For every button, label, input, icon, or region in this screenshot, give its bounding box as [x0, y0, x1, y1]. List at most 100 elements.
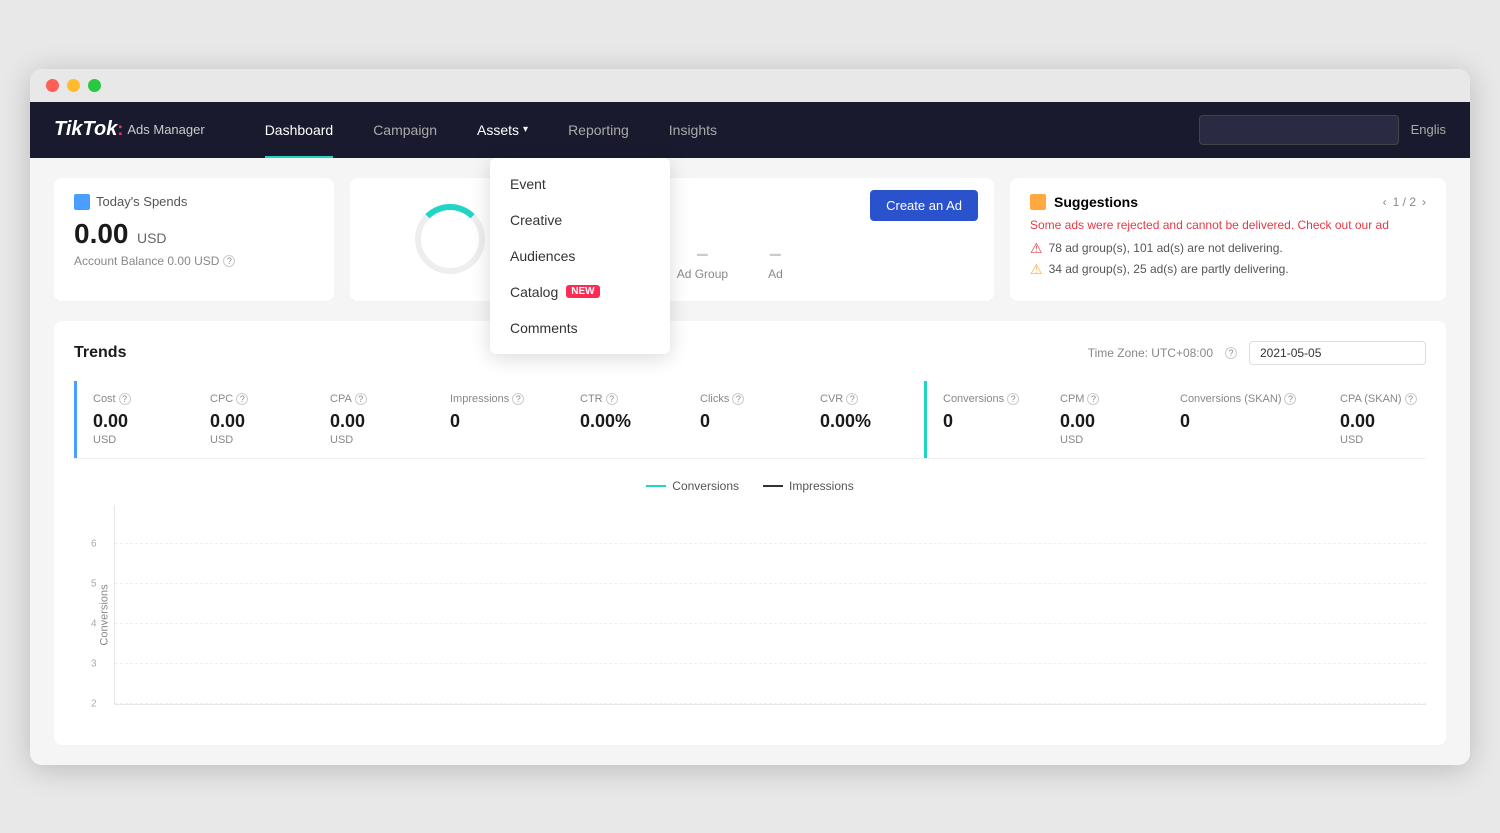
metric-cvr-value: 0.00%: [820, 411, 907, 432]
chart-legend: Conversions Impressions: [74, 479, 1426, 493]
grid-line-6: 6: [115, 543, 1426, 544]
minimize-btn[interactable]: [67, 79, 80, 92]
dropdown-catalog[interactable]: Catalog NEW: [490, 274, 670, 310]
logo-sub: Ads Manager: [127, 122, 204, 137]
cvr-info-icon[interactable]: ?: [846, 393, 858, 405]
nav-right: Englis: [1199, 115, 1446, 145]
create-ad-button[interactable]: Create an Ad: [870, 190, 978, 221]
grid-line-2: 2: [115, 703, 1426, 704]
nav-insights[interactable]: Insights: [649, 102, 737, 158]
ad-count: – Ad: [768, 241, 783, 281]
suggestions-nav: ‹ 1 / 2 ›: [1383, 195, 1426, 209]
metric-cpm-value: 0.00: [1060, 411, 1147, 432]
metric-cpc-label: CPC ?: [210, 393, 297, 405]
logo-tiktok: TikTok: [54, 118, 117, 141]
next-page-icon[interactable]: ›: [1422, 195, 1426, 209]
app-window: TikTok: Ads Manager Dashboard Campaign A…: [30, 69, 1470, 765]
suggestions-card: Suggestions ‹ 1 / 2 › Some ads were reje…: [1010, 178, 1446, 301]
clicks-info-icon[interactable]: ?: [732, 393, 744, 405]
suggestions-header: Suggestions ‹ 1 / 2 ›: [1030, 194, 1426, 210]
logo-colon: :: [117, 119, 123, 140]
metric-impressions-value: 0: [450, 411, 547, 432]
spend-amount: 0.00: [74, 218, 129, 249]
navbar: TikTok: Ads Manager Dashboard Campaign A…: [30, 102, 1470, 158]
metric-cpc-unit: USD: [210, 434, 297, 446]
impressions-info-icon[interactable]: ?: [512, 393, 524, 405]
date-input[interactable]: [1249, 341, 1426, 365]
nav-items: Dashboard Campaign Assets ▾ Reporting In…: [245, 102, 1199, 158]
cpm-info-icon[interactable]: ?: [1087, 393, 1099, 405]
language-selector[interactable]: Englis: [1411, 122, 1446, 137]
metric-clicks: Clicks ? 0: [684, 381, 804, 458]
metric-conversions: Conversions ? 0: [924, 381, 1044, 458]
conv-skan-info-icon[interactable]: ?: [1284, 393, 1296, 405]
balance-info-icon[interactable]: ?: [223, 255, 235, 267]
metric-ctr: CTR ? 0.00%: [564, 381, 684, 458]
spend-balance: Account Balance 0.00 USD ?: [74, 254, 314, 268]
metric-conv-skan-label: Conversions (SKAN) ?: [1180, 393, 1307, 405]
metric-cpc-value: 0.00: [210, 411, 297, 432]
nav-campaign[interactable]: Campaign: [353, 102, 457, 158]
payment-donut-chart: [415, 204, 485, 274]
conversions-info-icon[interactable]: ?: [1007, 393, 1019, 405]
metric-impressions-label: Impressions ?: [450, 393, 547, 405]
spend-amount-row: 0.00 USD: [74, 218, 314, 250]
suggestions-description: Some ads were rejected and cannot be del…: [1030, 218, 1426, 232]
chart-grid: 6 5 4 3 2: [114, 505, 1426, 705]
spend-icon: [74, 194, 90, 210]
cpa-info-icon[interactable]: ?: [355, 393, 367, 405]
chart-area: Conversions 6 5 4 3 2: [114, 505, 1426, 725]
metric-conversions-label: Conversions ?: [943, 393, 1027, 405]
orange-warning-icon: ⚠: [1030, 261, 1043, 278]
metric-conversions-value: 0: [943, 411, 1027, 432]
timezone-info-icon[interactable]: ?: [1225, 347, 1237, 359]
metric-cpa-skan-label: CPA (SKAN) ?: [1340, 393, 1426, 405]
y-axis-label: Conversions: [99, 584, 111, 645]
trends-section: Trends Time Zone: UTC+08:00 ? Cost ? 0.0…: [54, 321, 1446, 745]
spend-currency: USD: [137, 230, 167, 246]
metric-cpa-skan-unit: USD: [1340, 434, 1426, 446]
nav-dashboard[interactable]: Dashboard: [245, 102, 354, 158]
ctr-info-icon[interactable]: ?: [606, 393, 618, 405]
cost-info-icon[interactable]: ?: [119, 393, 131, 405]
grid-line-4: 4: [115, 623, 1426, 624]
trends-title: Trends: [74, 344, 126, 362]
legend-conversions: Conversions: [646, 479, 739, 493]
dropdown-event[interactable]: Event: [490, 166, 670, 202]
suggestions-page: 1 / 2: [1393, 195, 1416, 209]
metric-ctr-label: CTR ?: [580, 393, 667, 405]
ad-group-count: – Ad Group: [677, 241, 728, 281]
metric-clicks-value: 0: [700, 411, 787, 432]
conversions-legend-line: [646, 485, 666, 487]
maximize-btn[interactable]: [88, 79, 101, 92]
warning-item-1: ⚠ 78 ad group(s), 101 ad(s) are not deli…: [1030, 240, 1426, 257]
metric-cpa-skan-value: 0.00: [1340, 411, 1426, 432]
search-input[interactable]: [1199, 115, 1399, 145]
warning-item-2: ⚠ 34 ad group(s), 25 ad(s) are partly de…: [1030, 261, 1426, 278]
close-btn[interactable]: [46, 79, 59, 92]
metric-cvr: CVR ? 0.00%: [804, 381, 924, 458]
dropdown-comments[interactable]: Comments: [490, 310, 670, 346]
dropdown-audiences[interactable]: Audiences: [490, 238, 670, 274]
metric-conversions-skan: Conversions (SKAN) ? 0: [1164, 381, 1324, 458]
metric-cpa-label: CPA ?: [330, 393, 417, 405]
metric-clicks-label: Clicks ?: [700, 393, 787, 405]
metric-cost-label: Cost ?: [93, 393, 177, 405]
cpc-info-icon[interactable]: ?: [236, 393, 248, 405]
dropdown-creative[interactable]: Creative: [490, 202, 670, 238]
suggestions-icon: [1030, 194, 1046, 210]
metric-cost-value: 0.00: [93, 411, 177, 432]
metric-cpm: CPM ? 0.00 USD: [1044, 381, 1164, 458]
cpa-skan-info-icon[interactable]: ?: [1405, 393, 1417, 405]
suggestions-title: Suggestions: [1054, 194, 1138, 210]
nav-reporting[interactable]: Reporting: [548, 102, 649, 158]
metric-cpc: CPC ? 0.00 USD: [194, 381, 314, 458]
metric-cpa-skan: CPA (SKAN) ? 0.00 USD: [1324, 381, 1426, 458]
spend-title: Today's Spends: [74, 194, 314, 210]
metric-cpm-unit: USD: [1060, 434, 1147, 446]
red-warning-icon: ⚠: [1030, 240, 1043, 257]
legend-impressions: Impressions: [763, 479, 854, 493]
metric-cost-unit: USD: [93, 434, 177, 446]
nav-assets[interactable]: Assets ▾: [457, 102, 548, 158]
prev-page-icon[interactable]: ‹: [1383, 195, 1387, 209]
